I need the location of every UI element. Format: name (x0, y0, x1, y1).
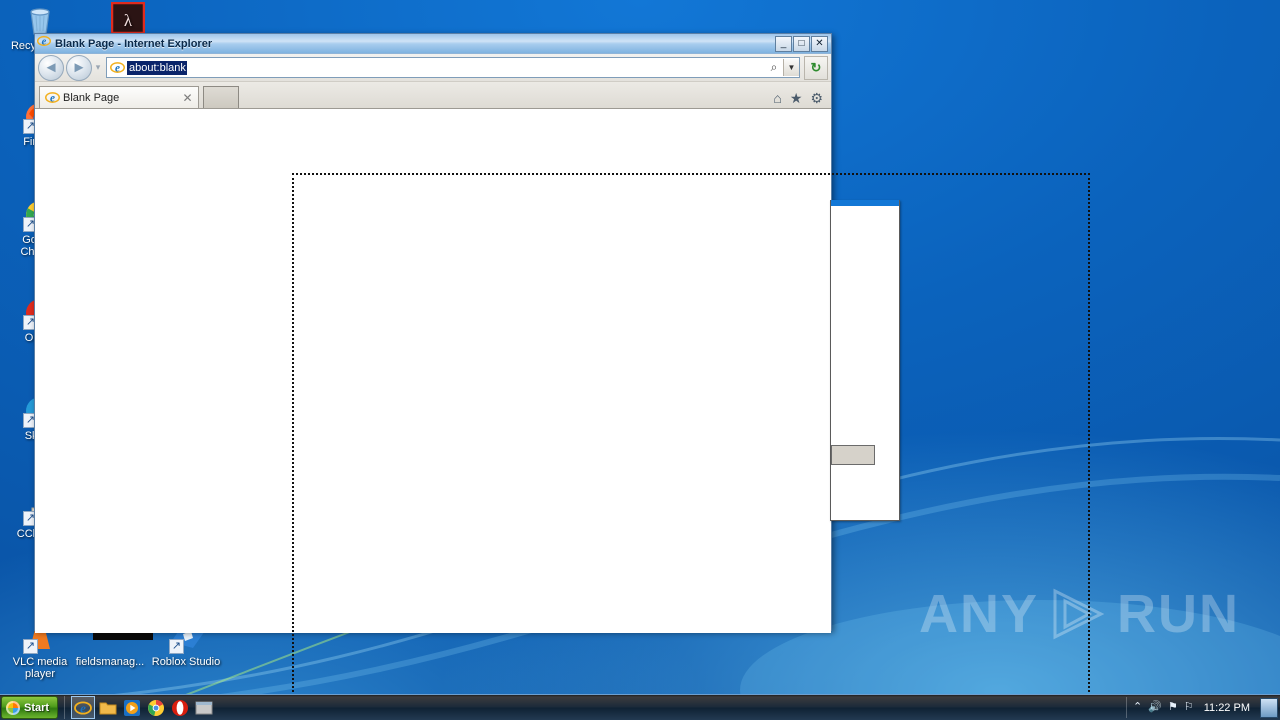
svg-text:e: e (50, 92, 55, 104)
shortcut-arrow-icon: ↗ (169, 639, 184, 654)
minimize-button[interactable]: _ (775, 35, 792, 52)
close-button[interactable]: ✕ (811, 35, 828, 52)
recent-pages-chevron-down-icon[interactable]: ▾ (92, 62, 104, 73)
taskbar-internet-explorer[interactable]: e (71, 696, 96, 719)
selection-marquee (292, 173, 1090, 696)
favorites-star-icon[interactable]: ★ (790, 91, 803, 105)
shortcut-arrow-icon: ↗ (23, 639, 38, 654)
taskbar-opera[interactable] (169, 697, 191, 718)
taskbar-chrome[interactable] (145, 697, 167, 718)
quick-launch-bar: e (64, 696, 215, 719)
tray-network-icon[interactable]: ⚐ (1184, 702, 1194, 713)
address-bar[interactable]: e about:blank ⌕ ▼ (106, 57, 800, 78)
taskbar-clock[interactable]: 11:22 PM (1200, 702, 1254, 714)
navigation-bar: ◄ ► ▾ e about:blank ⌕ ▼ ↻ (35, 54, 831, 82)
taskbar-windows-explorer[interactable] (97, 697, 119, 718)
windows-logo-icon (6, 700, 20, 715)
window-title: Blank Page - Internet Explorer (55, 37, 213, 50)
tray-action-center-icon[interactable]: ⚑ (1168, 702, 1178, 713)
svg-text:λ: λ (124, 11, 133, 30)
tray-show-hidden-icons[interactable]: ⌃ (1133, 702, 1142, 713)
svg-text:e: e (115, 62, 120, 74)
tab-blank-page[interactable]: e Blank Page ✕ (39, 86, 199, 108)
search-icon[interactable]: ⌕ (765, 60, 783, 75)
desktop-icon-label: Roblox Studio (151, 656, 221, 668)
tray-volume-icon[interactable]: 🔊 (1148, 702, 1162, 713)
maximize-button[interactable]: □ (793, 35, 810, 52)
svg-text:e: e (80, 700, 86, 715)
new-tab-button[interactable] (203, 86, 239, 108)
desktop-icon-label: fieldsmanag... (75, 656, 145, 668)
tab-bar: e Blank Page ✕ ⌂ ★ ⚙ (35, 82, 831, 109)
back-button[interactable]: ◄ (38, 54, 64, 81)
svg-text:e: e (42, 37, 47, 48)
selected-dark-icon-icon: λ (110, 1, 146, 36)
tab-label: Blank Page (63, 91, 120, 104)
refresh-button[interactable]: ↻ (804, 55, 828, 80)
system-tray: ⌃ 🔊 ⚑ ⚐ 11:22 PM (1126, 697, 1280, 718)
taskbar-media-player[interactable] (121, 697, 143, 718)
address-favicon-icon: e (109, 60, 125, 76)
desktop-icon-label: VLC media player (12, 656, 68, 680)
taskbar-folder-window[interactable] (193, 697, 215, 718)
tab-close-icon[interactable]: ✕ (181, 91, 194, 105)
forward-button[interactable]: ► (66, 54, 92, 81)
home-icon[interactable]: ⌂ (773, 91, 781, 105)
start-button[interactable]: Start (1, 696, 59, 719)
address-input[interactable]: about:blank (127, 60, 187, 75)
start-button-label: Start (24, 701, 50, 714)
tab-favicon-icon: e (44, 90, 60, 106)
title-bar[interactable]: e Blank Page - Internet Explorer _ □ ✕ (35, 34, 831, 54)
taskbar: Start e ⌃ 🔊 ⚑ ⚐ 11:22 PM (0, 694, 1280, 720)
address-dropdown-icon[interactable]: ▼ (783, 59, 799, 76)
toolbar-icon-group: ⌂ ★ ⚙ (773, 91, 827, 108)
show-desktop-button[interactable] (1260, 697, 1278, 718)
internet-explorer-icon: e (37, 34, 51, 53)
settings-gear-icon[interactable]: ⚙ (810, 91, 823, 105)
